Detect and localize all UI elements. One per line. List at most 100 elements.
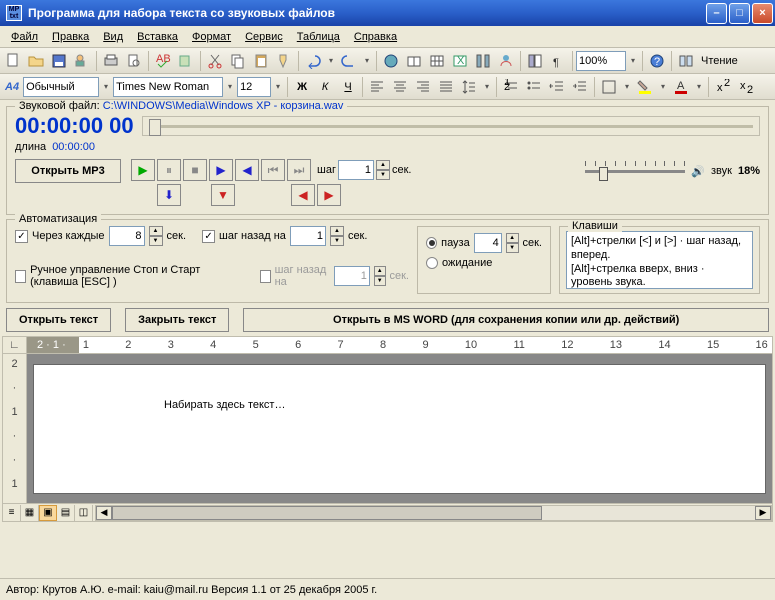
redo-drop[interactable]: ▾ [361,51,373,71]
view-print-icon[interactable]: ▣ [39,505,57,521]
menu-tools[interactable]: Сервис [238,29,290,45]
highlight-drop[interactable]: ▾ [657,77,669,97]
indent-icon[interactable] [569,76,591,98]
style-select[interactable] [23,77,99,97]
spacing-drop[interactable]: ▾ [481,77,493,97]
numbered-list-icon[interactable]: 12 [500,76,522,98]
cut-icon[interactable] [204,50,226,72]
undo-icon[interactable] [302,50,324,72]
borders-drop[interactable]: ▾ [621,77,633,97]
show-marks-icon[interactable]: ¶ [547,50,569,72]
font-color-drop[interactable]: ▾ [693,77,705,97]
vertical-ruler[interactable]: 2·1··1 [3,354,27,503]
font-select[interactable] [113,77,223,97]
font-drop[interactable]: ▾ [224,77,236,97]
copy-icon[interactable] [227,50,249,72]
document-page[interactable]: Набирать здесь текст… [33,364,766,494]
bookmark-fwd-button[interactable]: ⬇ [157,184,181,206]
hyperlink-icon[interactable] [380,50,402,72]
view-normal-icon[interactable]: ≡ [3,505,21,521]
subscript-icon[interactable]: x2 [735,76,757,98]
step-input[interactable] [338,160,374,180]
close-text-button[interactable]: Закрыть текст [125,308,229,332]
research-icon[interactable] [175,50,197,72]
align-justify-icon[interactable] [435,76,457,98]
manual-checkbox[interactable] [15,270,26,283]
open-icon[interactable] [25,50,47,72]
style-drop[interactable]: ▾ [100,77,112,97]
spell-icon[interactable]: ABC [152,50,174,72]
pause-input[interactable] [474,233,502,253]
bookmark-del-button[interactable]: ▼ [211,184,235,206]
view-web-icon[interactable]: ▦ [21,505,39,521]
size-drop[interactable]: ▾ [272,77,284,97]
scroll-right-icon[interactable]: ▶ [755,506,771,520]
align-left-icon[interactable] [366,76,388,98]
bold-icon[interactable]: Ж [291,76,313,98]
align-center-icon[interactable] [389,76,411,98]
open-mp3-button[interactable]: Открыть MP3 [15,159,121,183]
open-word-button[interactable]: Открыть в MS WORD (для сохранения копии … [243,308,769,332]
fwd-button[interactable]: ▶ [209,159,233,181]
bookmark-prev-button[interactable]: ◀ [291,184,315,206]
size-select[interactable] [237,77,271,97]
every-spinner[interactable]: ▲▼ [149,226,163,246]
wait-radio[interactable] [426,257,438,269]
step-spinner[interactable]: ▲▼ [376,160,390,180]
doc-map-icon[interactable] [524,50,546,72]
back-button[interactable]: ◀ [235,159,259,181]
new-doc-icon[interactable] [2,50,24,72]
back-spinner[interactable]: ▲▼ [330,226,344,246]
volume-slider[interactable] [585,159,685,183]
menu-table[interactable]: Таблица [290,29,347,45]
highlight-icon[interactable] [634,76,656,98]
horizontal-ruler[interactable]: ∟ 2 · 1 · 123 456 789 101112 131415 16 [2,336,773,354]
drawing-icon[interactable] [495,50,517,72]
every-checkbox[interactable]: ✓ [15,230,28,243]
redo-icon[interactable] [338,50,360,72]
skip-fwd-button[interactable]: ⏭ [287,159,311,181]
outdent-icon[interactable] [546,76,568,98]
paste-icon[interactable] [250,50,272,72]
every-input[interactable] [109,226,145,246]
save-icon[interactable] [48,50,70,72]
tables-borders-icon[interactable] [403,50,425,72]
minimize-button[interactable]: – [706,3,727,24]
view-reading-icon[interactable]: ◫ [75,505,93,521]
columns-icon[interactable] [472,50,494,72]
print-icon[interactable] [100,50,122,72]
pause-spinner[interactable]: ▲▼ [506,233,519,253]
scroll-left-icon[interactable]: ◀ [96,506,112,520]
superscript-icon[interactable]: x2 [712,76,734,98]
font-color-icon[interactable]: A [670,76,692,98]
play-button[interactable]: ▶ [131,159,155,181]
back-checkbox[interactable]: ✓ [202,230,215,243]
pause-radio[interactable] [426,237,437,249]
menu-insert[interactable]: Вставка [130,29,185,45]
style-helper-icon[interactable]: A4 [2,81,22,93]
bullet-list-icon[interactable] [523,76,545,98]
align-right-icon[interactable] [412,76,434,98]
read-label[interactable]: Чтение [698,55,741,67]
scroll-thumb[interactable] [112,506,542,520]
italic-icon[interactable]: К [314,76,336,98]
skip-back-button[interactable]: ⏮ [261,159,285,181]
format-painter-icon[interactable] [273,50,295,72]
close-button[interactable]: × [752,3,773,24]
view-outline-icon[interactable]: ▤ [57,505,75,521]
zoom-drop[interactable]: ▾ [627,51,639,71]
audio-progress[interactable] [142,116,760,136]
read-icon[interactable] [675,50,697,72]
back-input[interactable] [290,226,326,246]
preview-icon[interactable] [123,50,145,72]
underline-icon[interactable]: Ч [337,76,359,98]
excel-icon[interactable]: X [449,50,471,72]
permission-icon[interactable] [71,50,93,72]
menu-help[interactable]: Справка [347,29,404,45]
open-text-button[interactable]: Открыть текст [6,308,111,332]
menu-edit[interactable]: Правка [45,29,96,45]
menu-file[interactable]: Файл [4,29,45,45]
undo-drop[interactable]: ▾ [325,51,337,71]
menu-format[interactable]: Формат [185,29,238,45]
help-icon[interactable]: ? [646,50,668,72]
